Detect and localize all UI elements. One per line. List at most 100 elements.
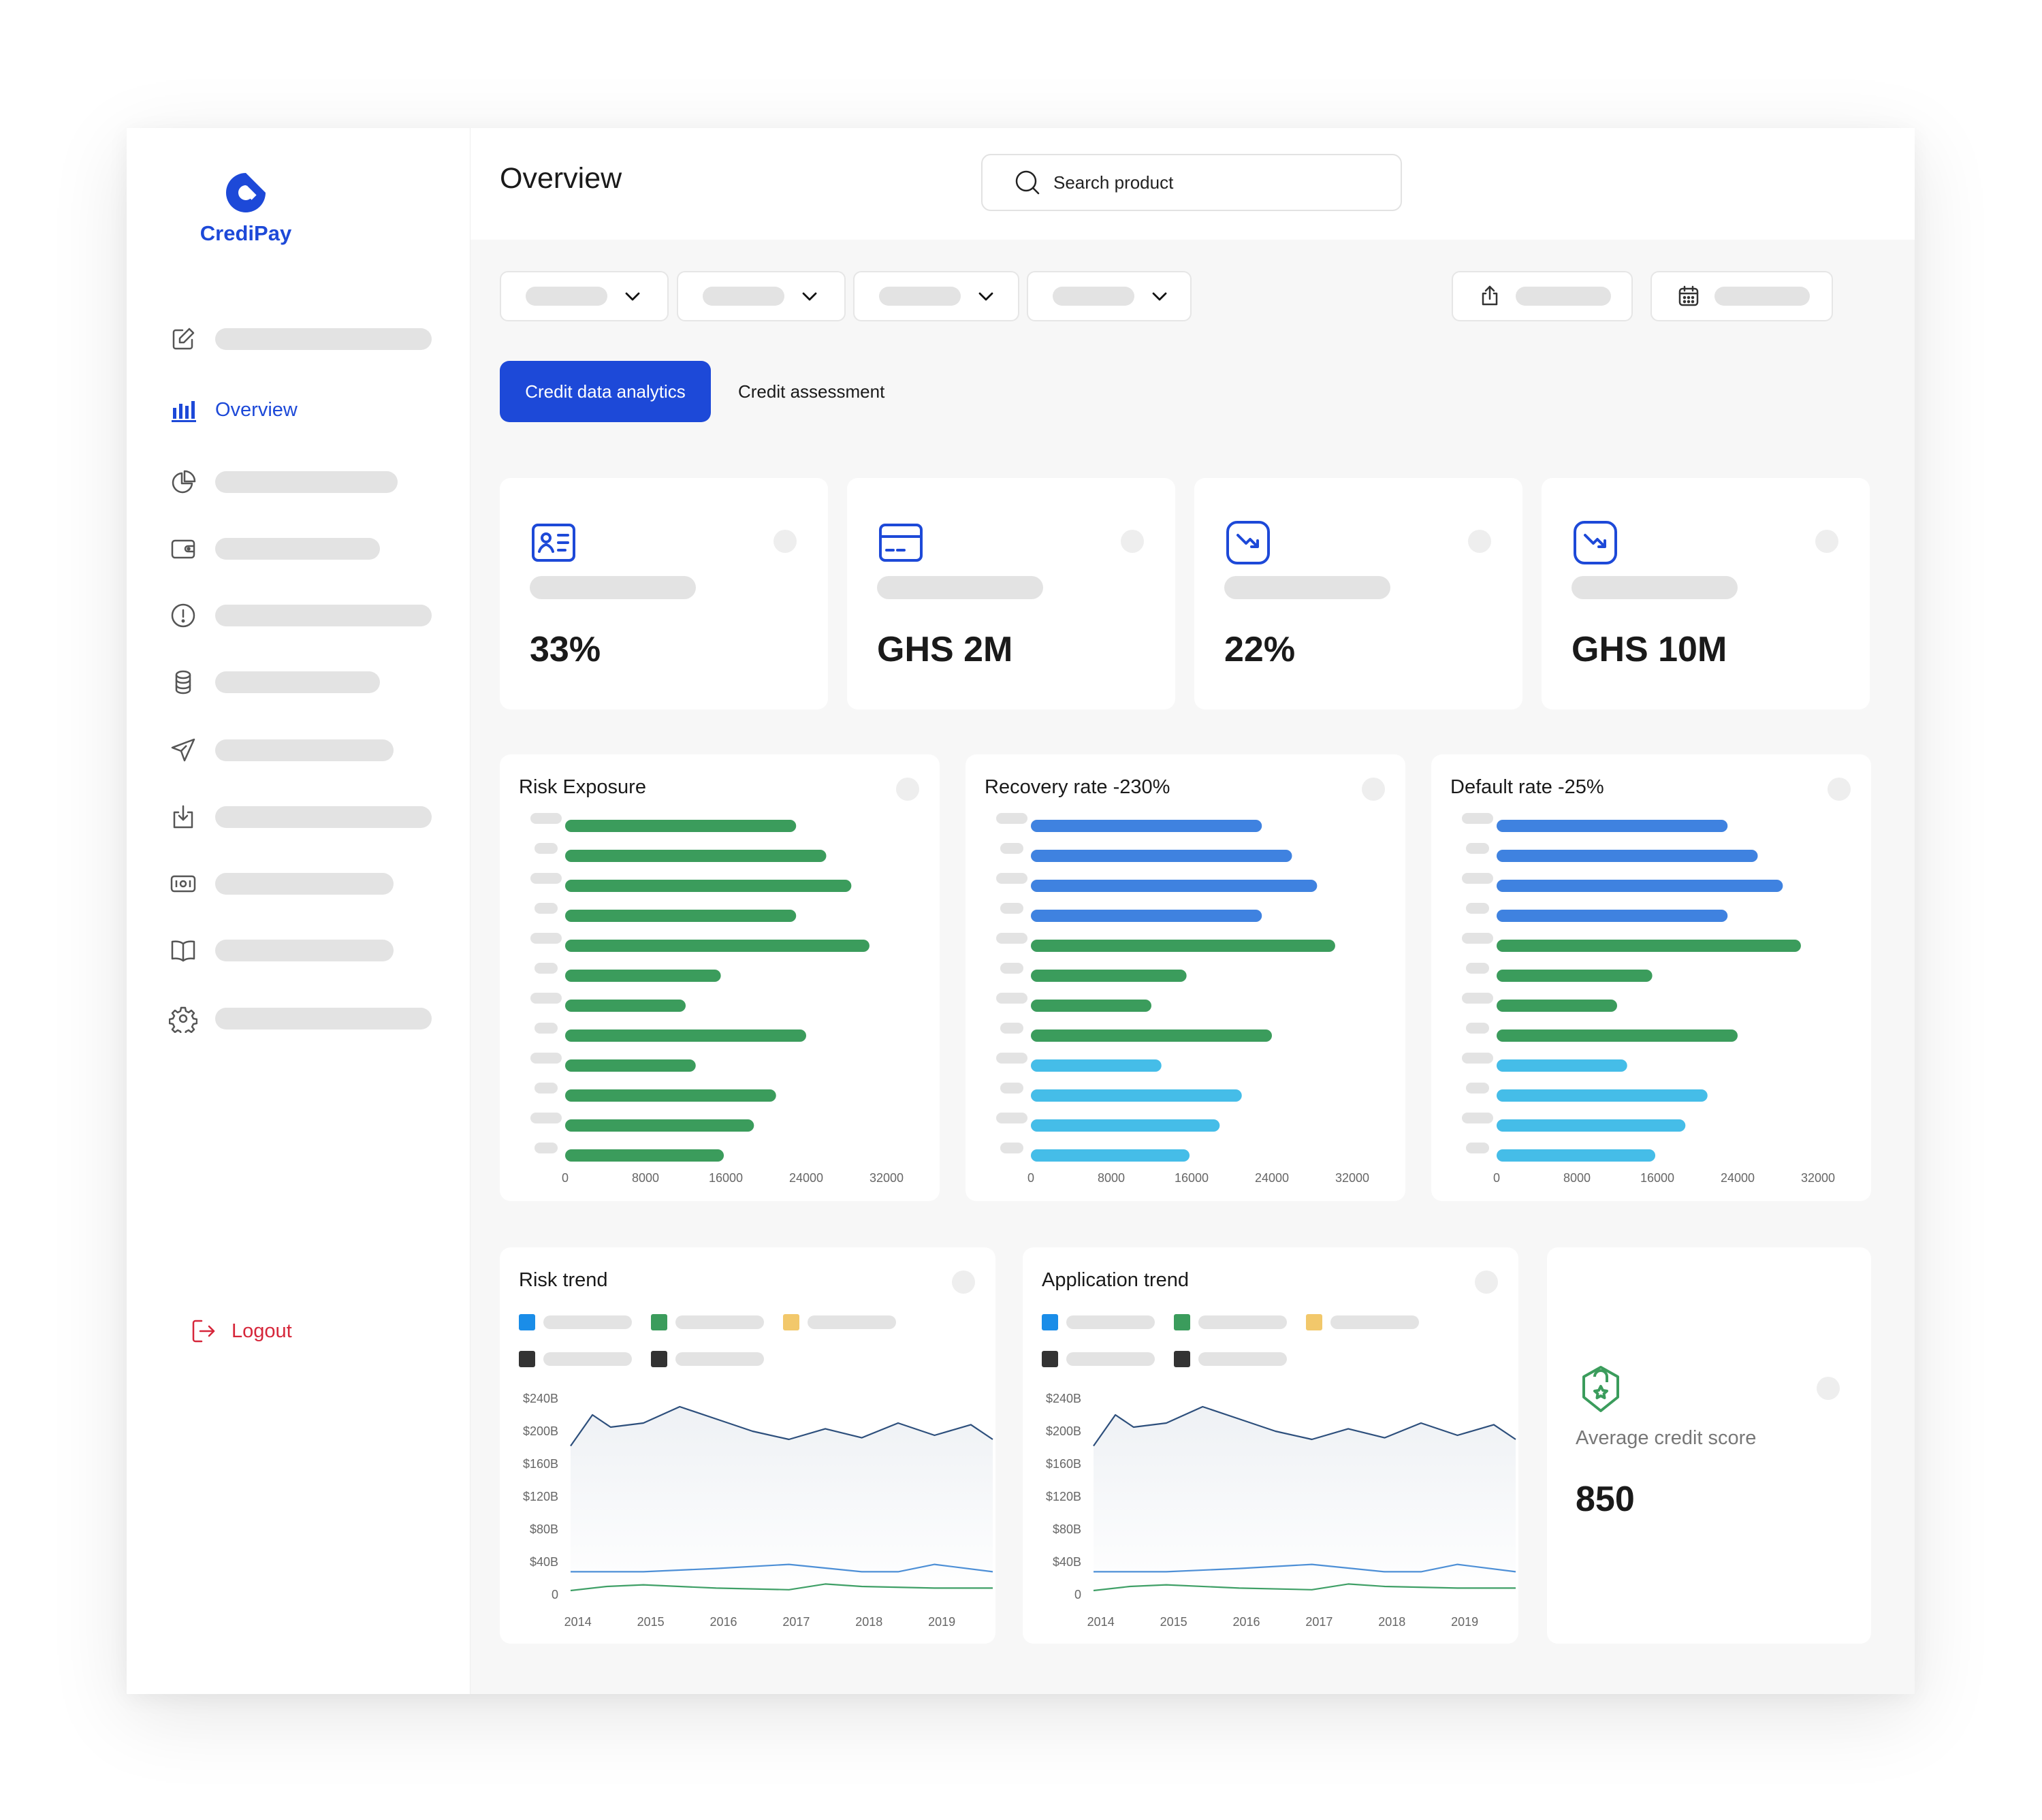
bar [1497,1059,1627,1072]
credit-score-value: 850 [1576,1480,1635,1519]
tab-credit-data-analytics[interactable]: Credit data analytics [500,361,711,422]
search-input[interactable]: Search product [981,154,1402,211]
bar [565,940,870,952]
info-icon[interactable] [1468,530,1491,553]
date-picker-button[interactable] [1650,271,1833,321]
y-tick-label: $160B [523,1457,558,1471]
category-label-placeholder [535,1083,558,1093]
x-tick-label: 0 [1493,1171,1500,1185]
category-label-placeholder [530,993,562,1004]
logout-button[interactable]: Logout [189,1317,292,1345]
bar [1497,970,1653,982]
database-icon [175,670,191,695]
alert-circle-icon [171,603,195,628]
chevron-down-icon [1152,292,1167,301]
bar [1497,910,1728,922]
filter-dropdown-2[interactable] [677,271,846,321]
category-label-placeholder [535,903,558,914]
sidebar-item-docs[interactable] [169,937,394,964]
brand-name: CrediPay [200,221,292,245]
category-label-placeholder [1000,843,1023,854]
brand-logo[interactable]: CrediPay [188,170,304,246]
chevron-down-icon [978,292,993,301]
x-tick-label: 16000 [1640,1171,1674,1185]
category-label-placeholder [1466,843,1489,854]
filter-value-placeholder [526,287,607,306]
filter-dropdown-1[interactable] [500,271,669,321]
sidebar-item-reports[interactable] [169,468,398,496]
kpi-card: GHS 10M [1542,478,1870,709]
sidebar-item-edit[interactable] [169,325,432,353]
cash-icon [170,875,196,893]
category-label-placeholder [530,873,562,884]
bar-chart-icon [172,401,196,422]
sidebar-item-send[interactable] [169,737,394,764]
line-chart: $240B $200B $160B $120B $80B $40B 0 2014 2015 201… [523,1392,993,1629]
category-label-placeholder [996,1053,1027,1064]
info-icon[interactable] [1121,530,1144,553]
info-icon[interactable] [1817,1377,1840,1400]
bar [1497,1089,1708,1102]
category-label-placeholder [1462,1113,1493,1123]
kpi-label-placeholder [877,576,1043,599]
share-icon [1482,285,1498,306]
sidebar-item-wallet[interactable] [169,535,380,562]
bar [1031,880,1318,892]
y-tick-label: 0 [552,1588,558,1601]
app-window: CrediPay Overview Logout Overview Search… [127,128,1915,1694]
download-icon [173,805,193,829]
bar [565,910,797,922]
send-icon [171,738,195,762]
kpi-label-placeholder [1572,576,1738,599]
kpi-card: GHS 2M [847,478,1175,709]
logout-label: Logout [232,1320,292,1342]
sidebar-item-alerts[interactable] [169,602,432,629]
info-icon[interactable] [1815,530,1838,553]
y-tick-label: $240B [1046,1392,1081,1405]
x-tick-label: 2017 [1305,1615,1333,1629]
sidebar-item-settings[interactable] [169,1005,432,1033]
kpi-label-placeholder [530,576,696,599]
category-label-placeholder [1000,903,1023,914]
date-label-placeholder [1714,287,1810,306]
y-tick-label: $200B [523,1424,558,1438]
trend-down-icon [1574,521,1617,564]
info-icon[interactable] [773,530,797,553]
category-label-placeholder [1462,1053,1493,1064]
category-label-placeholder [1000,1083,1023,1093]
sidebar: CrediPay Overview Logout [127,128,470,1694]
bar [565,1000,686,1012]
bar [565,850,827,862]
category-label-placeholder [996,813,1027,824]
bar [1497,880,1783,892]
category-label-placeholder [1000,1023,1023,1034]
x-tick-label: 2018 [1378,1615,1405,1629]
bar [1497,1149,1656,1162]
sidebar-item-label: Overview [215,398,298,421]
sidebar-item-data[interactable] [169,669,380,696]
sidebar-item-cash[interactable] [169,870,394,897]
export-button[interactable] [1452,271,1633,321]
sidebar-item-download[interactable] [169,803,432,831]
filter-value-placeholder [879,287,961,306]
trend-down-icon [1226,521,1270,564]
x-tick-label: 2016 [1232,1615,1260,1629]
kpi-value: GHS 2M [877,630,1013,669]
category-label-placeholder [530,1113,562,1123]
sidebar-item-label-placeholder [215,671,380,693]
sidebar-item-label-placeholder [215,806,432,828]
filter-dropdown-3[interactable] [853,271,1019,321]
bar-chart: 0 8000 16000 24000 32000 [996,813,1369,1185]
category-label-placeholder [1466,1143,1489,1153]
category-label-placeholder [1466,963,1489,974]
bar [1031,910,1262,922]
sidebar-item-overview[interactable]: Overview [169,396,298,424]
line-chart: $240B $200B $160B $120B $80B $40B 0 2014 2015 201… [1046,1392,1516,1629]
series-area [571,1407,993,1595]
filter-dropdown-4[interactable] [1027,271,1192,321]
bar [1497,1029,1738,1042]
settings-icon [169,1006,197,1033]
book-icon [171,940,195,962]
tab-credit-assessment[interactable]: Credit assessment [738,361,884,422]
category-label-placeholder [1462,873,1493,884]
